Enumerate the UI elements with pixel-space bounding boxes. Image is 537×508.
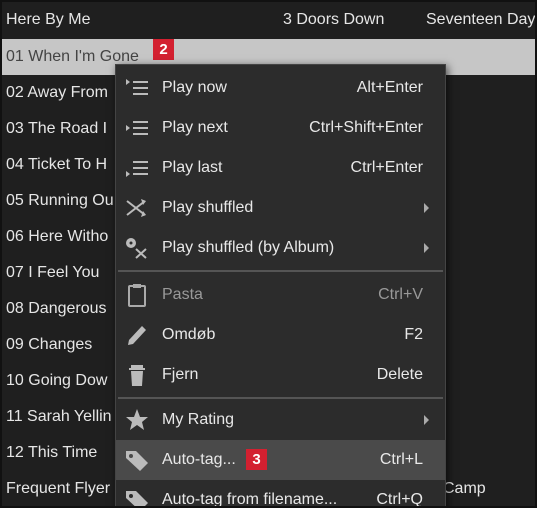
menu-item-shortcut: Ctrl+Shift+Enter — [309, 119, 423, 136]
menu-item-label: Omdøb — [162, 326, 216, 343]
menu-item-shortcut: Ctrl+V — [378, 286, 423, 303]
menu-item-play-shuffled-by-album[interactable]: Play shuffled (by Album) — [116, 228, 445, 268]
menu-item-play-next[interactable]: Play next Ctrl+Shift+Enter — [116, 108, 445, 148]
menu-item-label: Play now — [162, 79, 227, 96]
context-menu: Play now Alt+Enter Play next Ctrl+Shift+… — [115, 64, 446, 508]
track-title: Frequent Flyer — [6, 480, 111, 497]
menu-item-remove[interactable]: Fjern Delete — [116, 355, 445, 395]
track-title: 05 Running Ou — [6, 192, 114, 209]
menu-item-label: Auto-tag from filename... — [162, 491, 338, 508]
clipboard-icon — [124, 283, 150, 307]
tag-icon — [124, 448, 150, 472]
header-row[interactable]: Here By Me 3 Doors Down Seventeen Days — [2, 2, 537, 38]
track-title: 10 Going Dow — [6, 372, 108, 389]
app-window: Here By Me 3 Doors Down Seventeen Days 0… — [0, 0, 537, 508]
track-title: 09 Changes — [6, 336, 93, 353]
track-album: Seventeen Days — [426, 11, 537, 28]
track-title: 11 Sarah Yellin — [6, 408, 112, 425]
menu-separator — [118, 270, 443, 272]
submenu-arrow-icon — [424, 243, 429, 253]
step-badge: 2 — [153, 39, 174, 60]
menu-item-label: Play shuffled (by Album) — [162, 239, 335, 256]
track-title: 12 This Time — [6, 444, 98, 461]
menu-item-shortcut: Ctrl+Q — [376, 491, 423, 508]
menu-item-paste[interactable]: Pasta Ctrl+V — [116, 275, 445, 315]
menu-item-rename[interactable]: Omdøb F2 — [116, 315, 445, 355]
play-list-icon — [124, 76, 150, 100]
tag-icon — [124, 488, 150, 506]
track-title: Here By Me — [6, 11, 91, 28]
menu-item-shortcut: Ctrl+L — [379, 451, 423, 468]
play-list-icon — [124, 156, 150, 180]
track-artist: 3 Doors Down — [283, 11, 385, 28]
menu-item-label: Auto-tag... — [162, 451, 236, 468]
menu-item-label: Play shuffled — [162, 199, 254, 216]
shuffle-icon — [124, 196, 150, 220]
menu-item-play-last[interactable]: Play last Ctrl+Enter — [116, 148, 445, 188]
step-badge: 3 — [246, 449, 267, 470]
menu-separator — [118, 397, 443, 399]
track-album: Camp — [443, 480, 486, 497]
star-icon — [124, 408, 150, 432]
menu-item-label: Pasta — [162, 286, 203, 303]
track-title: 08 Dangerous — [6, 300, 107, 317]
pencil-icon — [124, 323, 150, 347]
menu-item-shortcut: F2 — [404, 326, 423, 343]
track-title: 04 Ticket To H — [6, 156, 108, 173]
play-list-icon — [124, 116, 150, 140]
submenu-arrow-icon — [424, 203, 429, 213]
menu-item-shortcut: Delete — [376, 366, 423, 383]
menu-item-play-shuffled[interactable]: Play shuffled — [116, 188, 445, 228]
trash-icon — [124, 363, 150, 387]
menu-item-label: Play next — [162, 119, 228, 136]
menu-item-my-rating[interactable]: My Rating — [116, 400, 445, 440]
menu-item-auto-tag-from-filename[interactable]: Auto-tag from filename... Ctrl+Q — [116, 480, 445, 508]
track-title: 06 Here Witho — [6, 228, 109, 245]
shuffle-album-icon — [124, 236, 150, 260]
menu-item-auto-tag[interactable]: Auto-tag... 3 Ctrl+L — [116, 440, 445, 480]
submenu-arrow-icon — [424, 415, 429, 425]
menu-item-play-now[interactable]: Play now Alt+Enter — [116, 68, 445, 108]
menu-item-label: Fjern — [162, 366, 199, 383]
menu-item-shortcut: Ctrl+Enter — [350, 159, 423, 176]
menu-item-shortcut: Alt+Enter — [356, 79, 423, 96]
menu-item-label: Play last — [162, 159, 223, 176]
track-title: 07 I Feel You — [6, 264, 100, 281]
track-title: 03 The Road I — [6, 120, 108, 137]
menu-item-label: My Rating — [162, 411, 235, 428]
track-title: 02 Away From — [6, 84, 108, 101]
